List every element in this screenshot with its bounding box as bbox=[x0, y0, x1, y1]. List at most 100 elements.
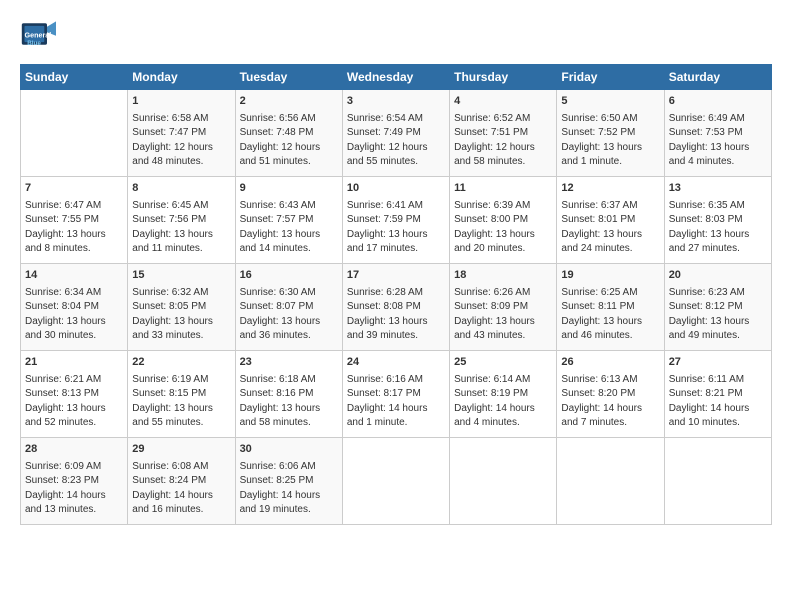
calendar-table: SundayMondayTuesdayWednesdayThursdayFrid… bbox=[20, 64, 772, 525]
daylight-text: and 13 minutes. bbox=[25, 503, 123, 518]
daylight-text: and 51 minutes. bbox=[240, 155, 338, 170]
sunrise-text: Sunrise: 6:08 AM bbox=[132, 460, 230, 475]
calendar-cell: 17Sunrise: 6:28 AMSunset: 8:08 PMDayligh… bbox=[342, 263, 449, 350]
sunset-text: Sunset: 8:04 PM bbox=[25, 300, 123, 315]
day-number: 4 bbox=[454, 94, 552, 110]
day-number: 30 bbox=[240, 442, 338, 458]
calendar-cell bbox=[450, 437, 557, 524]
calendar-cell: 30Sunrise: 6:06 AMSunset: 8:25 PMDayligh… bbox=[235, 437, 342, 524]
daylight-text: and 17 minutes. bbox=[347, 242, 445, 257]
day-number: 12 bbox=[561, 181, 659, 197]
week-row-4: 28Sunrise: 6:09 AMSunset: 8:23 PMDayligh… bbox=[21, 437, 772, 524]
day-number: 24 bbox=[347, 355, 445, 371]
daylight-text: and 43 minutes. bbox=[454, 329, 552, 344]
day-number: 25 bbox=[454, 355, 552, 371]
daylight-text: and 55 minutes. bbox=[132, 416, 230, 431]
day-number: 2 bbox=[240, 94, 338, 110]
day-number: 5 bbox=[561, 94, 659, 110]
calendar-cell: 19Sunrise: 6:25 AMSunset: 8:11 PMDayligh… bbox=[557, 263, 664, 350]
sunrise-text: Sunrise: 6:23 AM bbox=[669, 286, 767, 301]
sunrise-text: Sunrise: 6:11 AM bbox=[669, 373, 767, 388]
day-number: 21 bbox=[25, 355, 123, 371]
sunrise-text: Sunrise: 6:41 AM bbox=[347, 199, 445, 214]
day-number: 13 bbox=[669, 181, 767, 197]
sunrise-text: Sunrise: 6:06 AM bbox=[240, 460, 338, 475]
sunset-text: Sunset: 8:08 PM bbox=[347, 300, 445, 315]
calendar-cell: 12Sunrise: 6:37 AMSunset: 8:01 PMDayligh… bbox=[557, 176, 664, 263]
calendar-cell: 28Sunrise: 6:09 AMSunset: 8:23 PMDayligh… bbox=[21, 437, 128, 524]
sunset-text: Sunset: 8:03 PM bbox=[669, 213, 767, 228]
calendar-cell: 25Sunrise: 6:14 AMSunset: 8:19 PMDayligh… bbox=[450, 350, 557, 437]
daylight-text: and 11 minutes. bbox=[132, 242, 230, 257]
header: General Blue bbox=[20, 16, 772, 52]
sunset-text: Sunset: 8:09 PM bbox=[454, 300, 552, 315]
sunset-text: Sunset: 8:25 PM bbox=[240, 474, 338, 489]
sunrise-text: Sunrise: 6:58 AM bbox=[132, 112, 230, 127]
sunset-text: Sunset: 8:12 PM bbox=[669, 300, 767, 315]
calendar-cell: 7Sunrise: 6:47 AMSunset: 7:55 PMDaylight… bbox=[21, 176, 128, 263]
day-number: 28 bbox=[25, 442, 123, 458]
daylight-text: Daylight: 13 hours bbox=[132, 228, 230, 243]
daylight-text: Daylight: 13 hours bbox=[25, 228, 123, 243]
calendar-page: General Blue SundayMondayTuesdayWednesda… bbox=[0, 0, 792, 612]
daylight-text: and 49 minutes. bbox=[669, 329, 767, 344]
sunset-text: Sunset: 7:47 PM bbox=[132, 126, 230, 141]
calendar-cell: 20Sunrise: 6:23 AMSunset: 8:12 PMDayligh… bbox=[664, 263, 771, 350]
daylight-text: Daylight: 13 hours bbox=[25, 402, 123, 417]
sunset-text: Sunset: 8:11 PM bbox=[561, 300, 659, 315]
day-number: 23 bbox=[240, 355, 338, 371]
daylight-text: and 33 minutes. bbox=[132, 329, 230, 344]
daylight-text: Daylight: 14 hours bbox=[561, 402, 659, 417]
daylight-text: and 58 minutes. bbox=[240, 416, 338, 431]
day-number: 20 bbox=[669, 268, 767, 284]
calendar-cell: 27Sunrise: 6:11 AMSunset: 8:21 PMDayligh… bbox=[664, 350, 771, 437]
sunset-text: Sunset: 8:20 PM bbox=[561, 387, 659, 402]
daylight-text: Daylight: 14 hours bbox=[347, 402, 445, 417]
calendar-cell bbox=[21, 90, 128, 177]
calendar-cell: 4Sunrise: 6:52 AMSunset: 7:51 PMDaylight… bbox=[450, 90, 557, 177]
calendar-cell: 18Sunrise: 6:26 AMSunset: 8:09 PMDayligh… bbox=[450, 263, 557, 350]
sunset-text: Sunset: 8:16 PM bbox=[240, 387, 338, 402]
daylight-text: and 4 minutes. bbox=[454, 416, 552, 431]
logo-icon: General Blue bbox=[20, 16, 56, 52]
calendar-cell: 21Sunrise: 6:21 AMSunset: 8:13 PMDayligh… bbox=[21, 350, 128, 437]
day-number: 7 bbox=[25, 181, 123, 197]
sunrise-text: Sunrise: 6:09 AM bbox=[25, 460, 123, 475]
daylight-text: Daylight: 13 hours bbox=[669, 228, 767, 243]
week-row-0: 1Sunrise: 6:58 AMSunset: 7:47 PMDaylight… bbox=[21, 90, 772, 177]
sunrise-text: Sunrise: 6:26 AM bbox=[454, 286, 552, 301]
calendar-cell: 9Sunrise: 6:43 AMSunset: 7:57 PMDaylight… bbox=[235, 176, 342, 263]
calendar-cell: 10Sunrise: 6:41 AMSunset: 7:59 PMDayligh… bbox=[342, 176, 449, 263]
daylight-text: and 24 minutes. bbox=[561, 242, 659, 257]
header-day-sunday: Sunday bbox=[21, 65, 128, 90]
calendar-cell: 11Sunrise: 6:39 AMSunset: 8:00 PMDayligh… bbox=[450, 176, 557, 263]
daylight-text: Daylight: 13 hours bbox=[454, 315, 552, 330]
sunrise-text: Sunrise: 6:13 AM bbox=[561, 373, 659, 388]
daylight-text: Daylight: 13 hours bbox=[561, 228, 659, 243]
week-row-1: 7Sunrise: 6:47 AMSunset: 7:55 PMDaylight… bbox=[21, 176, 772, 263]
sunset-text: Sunset: 8:19 PM bbox=[454, 387, 552, 402]
daylight-text: Daylight: 13 hours bbox=[240, 315, 338, 330]
daylight-text: Daylight: 12 hours bbox=[347, 141, 445, 156]
sunrise-text: Sunrise: 6:52 AM bbox=[454, 112, 552, 127]
daylight-text: Daylight: 13 hours bbox=[240, 228, 338, 243]
daylight-text: Daylight: 14 hours bbox=[132, 489, 230, 504]
sunset-text: Sunset: 8:07 PM bbox=[240, 300, 338, 315]
day-number: 3 bbox=[347, 94, 445, 110]
sunset-text: Sunset: 8:17 PM bbox=[347, 387, 445, 402]
calendar-cell: 22Sunrise: 6:19 AMSunset: 8:15 PMDayligh… bbox=[128, 350, 235, 437]
sunset-text: Sunset: 7:56 PM bbox=[132, 213, 230, 228]
calendar-cell: 1Sunrise: 6:58 AMSunset: 7:47 PMDaylight… bbox=[128, 90, 235, 177]
day-number: 26 bbox=[561, 355, 659, 371]
sunset-text: Sunset: 7:55 PM bbox=[25, 213, 123, 228]
day-number: 27 bbox=[669, 355, 767, 371]
sunrise-text: Sunrise: 6:14 AM bbox=[454, 373, 552, 388]
sunrise-text: Sunrise: 6:18 AM bbox=[240, 373, 338, 388]
daylight-text: Daylight: 13 hours bbox=[25, 315, 123, 330]
day-number: 16 bbox=[240, 268, 338, 284]
daylight-text: and 14 minutes. bbox=[240, 242, 338, 257]
daylight-text: Daylight: 13 hours bbox=[669, 141, 767, 156]
sunrise-text: Sunrise: 6:54 AM bbox=[347, 112, 445, 127]
sunset-text: Sunset: 7:52 PM bbox=[561, 126, 659, 141]
daylight-text: Daylight: 13 hours bbox=[347, 228, 445, 243]
